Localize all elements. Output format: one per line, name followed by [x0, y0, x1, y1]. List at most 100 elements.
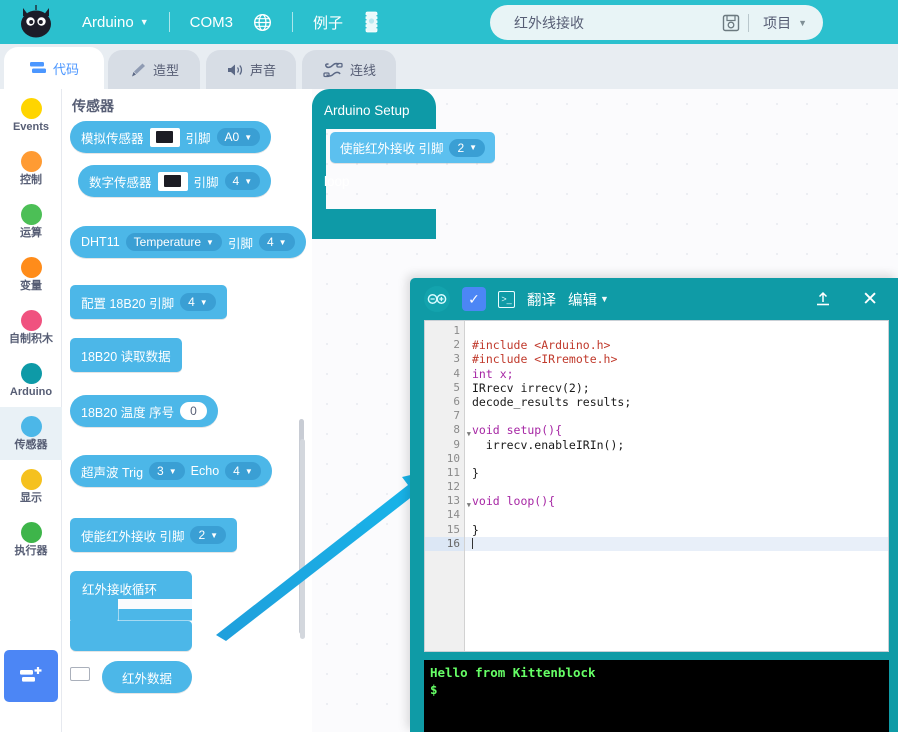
kittenblock-app: Arduino ▼ COM3 例子 红外线接收 项目 ▼ 代码 造型 声音 连线… — [0, 0, 898, 732]
code-editor[interactable]: 1 2 3 4 5 6 7 8 ▼ 9 10 11 12 13 ▼ 14 15 … — [424, 320, 889, 652]
pin-dropdown[interactable]: 4 ▼ — [224, 172, 261, 190]
save-floppy-icon[interactable] — [720, 12, 742, 34]
chevron-down-icon: ▼ — [244, 132, 253, 142]
text-cursor — [472, 537, 473, 549]
sidebar-item-sensors[interactable]: 传感器 — [0, 407, 62, 460]
code-window: ✓ >_ 翻译 编辑 ▼ ✕ 1 2 3 4 5 6 7 8 ▼ 9 10 11… — [410, 278, 898, 732]
category-dot-icon — [20, 257, 42, 278]
ir-data-checkbox[interactable] — [70, 667, 90, 681]
tab-costumes[interactable]: 造型 — [108, 50, 200, 89]
block-label: 模拟传感器 — [81, 131, 144, 146]
chevron-down-icon: ▼ — [469, 143, 478, 152]
palette-block-config-18b20[interactable]: 配置 18B20 引脚 4 ▼ — [70, 285, 227, 319]
arduino-infinity-icon[interactable] — [424, 286, 450, 312]
line-number: 11 — [446, 465, 460, 479]
tab-code[interactable]: 代码 — [4, 47, 104, 89]
pin-dropdown[interactable]: 4 ▼ — [258, 233, 295, 251]
canvas-scrollbar[interactable] — [300, 439, 305, 639]
block-label-mid: Echo — [190, 464, 220, 478]
code-line: #include <Arduino.h> — [472, 338, 611, 353]
code-line-active — [465, 536, 888, 551]
chevron-down-icon: ▼ — [206, 237, 214, 247]
palette-block-ir-data[interactable]: 红外数据 — [102, 661, 192, 693]
palette-block-digital-sensor[interactable]: 数字传感器 引脚 4 ▼ — [78, 165, 272, 197]
project-bar: 红外线接收 项目 ▼ — [490, 5, 823, 40]
line-number: 7 — [453, 409, 460, 423]
sidebar-item-label: 传感器 — [14, 439, 48, 451]
index-input[interactable]: 0 — [180, 402, 207, 420]
top-bar: Arduino ▼ COM3 例子 红外线接收 项目 ▼ — [0, 0, 898, 44]
block-label: 配置 18B20 引脚 — [81, 296, 175, 311]
echo-value: 4 — [233, 464, 240, 478]
palette-block-ultrasonic[interactable]: 超声波 Trig 3 ▼ Echo 4 ▼ — [70, 455, 272, 487]
palette-block-dht11[interactable]: DHT11 Temperature ▼ 引脚 4 ▼ — [70, 226, 306, 258]
close-x-icon[interactable]: ✕ — [862, 290, 878, 309]
pin-value: 2 — [198, 528, 206, 542]
sidebar-item-label: Arduino — [9, 386, 53, 398]
pin-value: 4 — [266, 235, 274, 249]
edit-menu[interactable]: 编辑 ▼ — [568, 289, 609, 310]
wiring-icon — [323, 62, 343, 77]
sidebar-item-display[interactable]: 显示 — [0, 460, 62, 513]
tab-wiring[interactable]: 连线 — [302, 50, 396, 89]
chevron-down-icon: ▼ — [600, 294, 609, 304]
pin-dropdown[interactable]: 2 ▼ — [449, 138, 486, 157]
board-menu[interactable]: Arduino ▼ — [72, 0, 159, 44]
tab-wiring-label: 连线 — [349, 63, 376, 78]
chevron-down-icon: ▼ — [278, 237, 287, 247]
sidebar-item-operators[interactable]: 运算 — [0, 195, 62, 248]
loop-label: loop — [324, 174, 350, 189]
palette-block-ir-loop[interactable]: 红外接收循环 — [70, 571, 192, 651]
serial-port-label[interactable]: COM3 — [180, 0, 243, 44]
block-palette[interactable]: 传感器 模拟传感器 引脚 A0 ▼ 数字传感器 引脚 4 ▼ DHT11 Tem… — [62, 89, 312, 732]
line-number: 8 ▼ — [425, 423, 471, 438]
sidebar-item-events[interactable]: Events — [0, 89, 62, 142]
palette-block-temp-18b20[interactable]: 18B20 温度 序号 0 — [70, 395, 218, 427]
sidebar-item-my-blocks[interactable]: 自制积木 — [0, 301, 62, 354]
chevron-down-icon: ▼ — [244, 466, 253, 476]
pin-dropdown[interactable]: 2 ▼ — [190, 526, 227, 544]
arduino-setup-block[interactable]: Arduino Setup loop — [312, 89, 502, 244]
upload-icon[interactable] — [814, 290, 832, 308]
palette-block-read-18b20[interactable]: 18B20 读取数据 — [70, 338, 182, 372]
kitten-cat-logo[interactable] — [0, 0, 72, 44]
verify-button[interactable]: ✓ — [462, 287, 486, 311]
canvas-block-enable-ir[interactable]: 使能红外接收 引脚 2 ▼ — [330, 132, 496, 163]
echo-pin-dropdown[interactable]: 4 ▼ — [225, 462, 261, 480]
sidebar-item-label: 自制积木 — [9, 333, 53, 345]
examples-menu[interactable]: 例子 — [303, 0, 353, 44]
serial-terminal[interactable]: Hello from Kittenblock $ — [424, 660, 889, 732]
palette-block-enable-ir[interactable]: 使能红外接收 引脚 2 ▼ — [70, 518, 238, 552]
tab-sounds[interactable]: 声音 — [206, 50, 296, 89]
line-number-gutter: 1 2 3 4 5 6 7 8 ▼ 9 10 11 12 13 ▼ 14 15 … — [425, 321, 471, 651]
sidebar-item-variables[interactable]: 变量 — [0, 248, 62, 301]
translate-button[interactable]: 翻译 — [527, 289, 556, 310]
line-number: 5 — [453, 380, 460, 394]
project-menu[interactable]: 项目 ▼ — [749, 13, 823, 33]
sidebar-item-label: Events — [12, 121, 50, 133]
dht-mode-dropdown[interactable]: Temperature ▼ — [125, 233, 222, 251]
sidebar-item-label: 变量 — [20, 280, 42, 292]
chevron-down-icon: ▼ — [168, 466, 177, 476]
palette-title: 传感器 — [72, 98, 114, 114]
block-label: 使能红外接收 引脚 — [81, 529, 185, 544]
chevron-down-icon: ▼ — [798, 17, 807, 28]
code-text-area[interactable]: #include <Arduino.h> #include <IRremote.… — [465, 321, 888, 651]
block-label-mid: 引脚 — [227, 236, 253, 251]
pin-dropdown[interactable]: A0 ▼ — [216, 128, 261, 146]
microcontroller-chip-icon[interactable] — [353, 0, 390, 44]
project-name-input[interactable]: 红外线接收 — [490, 13, 720, 33]
sidebar-item-actuators[interactable]: 执行器 — [0, 513, 62, 566]
globe-icon[interactable] — [243, 0, 282, 44]
terminal-icon[interactable]: >_ — [498, 290, 515, 308]
add-extension-button[interactable] — [4, 650, 58, 702]
terminal-prompt: $ — [430, 682, 438, 697]
pin-dropdown[interactable]: 4 ▼ — [180, 293, 216, 311]
line-number: 9 — [453, 437, 460, 451]
palette-block-analog-sensor[interactable]: 模拟传感器 引脚 A0 ▼ — [70, 121, 272, 153]
sidebar-item-arduino[interactable]: Arduino — [0, 354, 62, 407]
trig-pin-dropdown[interactable]: 3 ▼ — [149, 462, 185, 480]
sidebar-item-control[interactable]: 控制 — [0, 142, 62, 195]
